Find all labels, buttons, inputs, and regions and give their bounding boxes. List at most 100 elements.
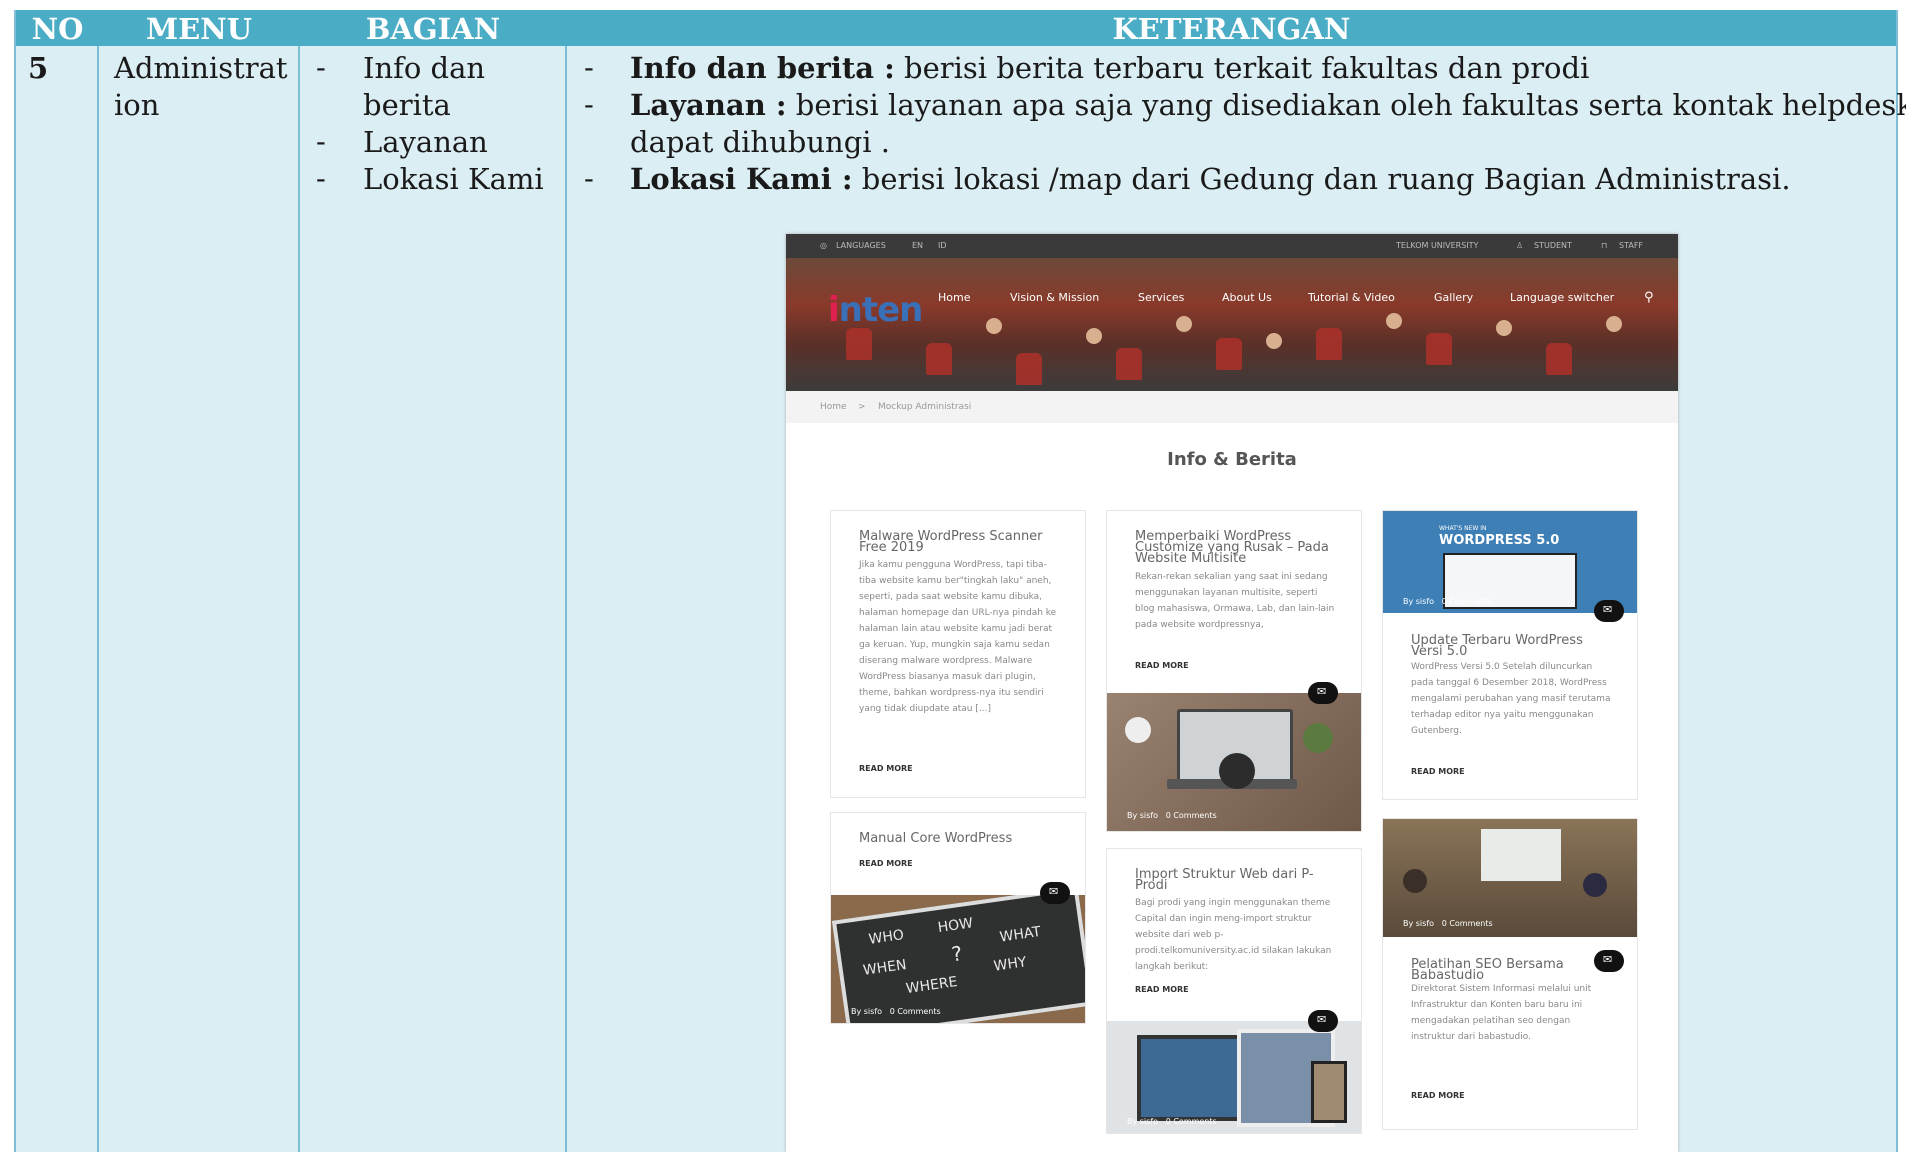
decor xyxy=(1481,829,1561,881)
board-word: WHY xyxy=(992,954,1028,975)
list-dash: - xyxy=(316,161,326,195)
post-card: Import Struktur Web dari P-Prodi Bagi pr… xyxy=(1106,848,1362,1134)
breadcrumb-current: Mockup Administrasi xyxy=(878,402,972,412)
post-excerpt: Jika kamu pengguna WordPress, tapi tiba-… xyxy=(859,560,1057,714)
search-icon[interactable]: ⚲ xyxy=(1644,288,1654,308)
header-no: NO xyxy=(31,12,84,46)
post-meta: By sisfo 0 Comments xyxy=(1403,597,1493,606)
decor xyxy=(1583,873,1607,897)
author-link[interactable]: By sisfo xyxy=(1127,1117,1158,1126)
post-excerpt: Bagi prodi yang ingin menggunakan theme … xyxy=(1135,898,1332,972)
post-title[interactable]: Memperbaiki WordPress Customize yang Rus… xyxy=(1135,530,1335,565)
post-title[interactable]: Update Terbaru WordPress Versi 5.0 xyxy=(1411,634,1611,658)
decor xyxy=(1125,717,1151,743)
decor xyxy=(1176,316,1192,332)
list-dash: - xyxy=(584,87,594,121)
nav-services[interactable]: Services xyxy=(1138,288,1184,308)
decor xyxy=(1546,343,1572,375)
bagian-item-info-cont: berita xyxy=(363,88,451,122)
post-image-laptop: By sisfo 0 Comments xyxy=(1107,693,1361,831)
post-format-icon xyxy=(1308,682,1338,704)
post-title[interactable]: Malware WordPress Scanner Free 2019 xyxy=(859,530,1059,554)
decor xyxy=(1606,316,1622,332)
post-title[interactable]: Import Struktur Web dari P-Prodi xyxy=(1135,868,1335,892)
logo-part: nten xyxy=(838,290,924,330)
post-image-devices: By sisfo 0 Comments xyxy=(1107,1021,1361,1133)
author-link[interactable]: By sisfo xyxy=(851,1007,882,1016)
board-word: WHO xyxy=(867,927,906,948)
post-title[interactable]: Pelatihan SEO Bersama Babastudio xyxy=(1411,958,1611,982)
student-link[interactable]: STUDENT xyxy=(1534,234,1572,258)
nav-home[interactable]: Home xyxy=(938,288,970,308)
lang-en[interactable]: EN xyxy=(912,234,923,258)
read-more-link[interactable]: READ MORE xyxy=(1411,767,1465,776)
keterangan-item-layanan: Layanan : berisi layanan apa saja yang d… xyxy=(630,87,1906,124)
banner-small-text: WHAT'S NEW IN xyxy=(1439,525,1487,532)
decor: WHO HOW WHAT WHEN WHY WHERE ? xyxy=(831,895,1085,1023)
nav-tutorial-video[interactable]: Tutorial & Video xyxy=(1308,288,1395,308)
bagian-item-lokasi: Lokasi Kami xyxy=(363,162,544,196)
keterangan-label: Info dan berita : xyxy=(630,51,895,85)
staff-link[interactable]: STAFF xyxy=(1619,234,1643,258)
author-link[interactable]: By sisfo xyxy=(1127,811,1158,820)
author-link[interactable]: By sisfo xyxy=(1403,919,1434,928)
comments-link[interactable]: 0 Comments xyxy=(1442,919,1493,928)
post-title[interactable]: Manual Core WordPress xyxy=(859,832,1059,845)
bagian-item-info: Info dan xyxy=(363,51,486,85)
board-word: ? xyxy=(950,941,964,967)
breadcrumb: Home > Mockup Administrasi xyxy=(786,391,1678,423)
languages-label: LANGUAGES xyxy=(836,241,886,250)
decor xyxy=(1311,1061,1347,1123)
post-card: Manual Core WordPress READ MORE WHO HOW … xyxy=(830,812,1086,1024)
breadcrumb-home[interactable]: Home xyxy=(820,391,847,423)
board-word: WHAT xyxy=(998,923,1042,946)
board-word: HOW xyxy=(936,915,975,937)
list-dash: - xyxy=(584,50,594,84)
read-more-link[interactable]: READ MORE xyxy=(1135,661,1189,670)
decor xyxy=(1086,328,1102,344)
lang-id[interactable]: ID xyxy=(938,234,947,258)
read-more-link[interactable]: READ MORE xyxy=(1135,985,1189,994)
post-format-icon xyxy=(1594,950,1624,972)
table-header-row: NO MENU BAGIAN KETERANGAN xyxy=(16,10,1896,46)
post-excerpt: Direktorat Sistem Informasi melalui unit… xyxy=(1411,984,1592,1042)
comments-link[interactable]: 0 Comments xyxy=(1166,811,1217,820)
banner-text: WORDPRESS 5.0 xyxy=(1439,533,1560,548)
post-card: WHAT'S NEW IN WORDPRESS 5.0 By sisfo 0 C… xyxy=(1382,510,1638,800)
author-link[interactable]: By sisfo xyxy=(1403,597,1434,606)
post-meta: By sisfo 0 Comments xyxy=(1127,811,1217,820)
decor xyxy=(1266,333,1282,349)
column-divider xyxy=(565,46,567,1152)
read-more-link[interactable]: READ MORE xyxy=(859,764,913,773)
post-meta: By sisfo 0 Comments xyxy=(851,1007,941,1016)
decor xyxy=(1016,353,1042,385)
nav-gallery[interactable]: Gallery xyxy=(1434,288,1473,308)
nav-about-us[interactable]: About Us xyxy=(1222,288,1272,308)
comments-link[interactable]: 0 Comments xyxy=(890,1007,941,1016)
decor xyxy=(986,318,1002,334)
post-card: By sisfo 0 Comments Pelatihan SEO Bersam… xyxy=(1382,818,1638,1130)
header-menu: MENU xyxy=(145,12,252,46)
decor xyxy=(926,343,952,375)
read-more-link[interactable]: READ MORE xyxy=(859,859,913,868)
menu-name-line1: Administrat xyxy=(114,51,288,85)
globe-icon: ◎ xyxy=(820,241,827,250)
post-meta: By sisfo 0 Comments xyxy=(1403,919,1493,928)
lock-icon: ⊓ xyxy=(1601,241,1608,250)
decor xyxy=(1216,338,1242,370)
decor xyxy=(1219,753,1255,789)
nav-vision-mission[interactable]: Vision & Mission xyxy=(1010,288,1099,308)
read-more-link[interactable]: READ MORE xyxy=(1411,1091,1465,1100)
comments-link[interactable]: 0 Comments xyxy=(1442,597,1493,606)
row-number: 5 xyxy=(28,51,49,85)
user-icon: ♙ xyxy=(1516,241,1524,250)
post-excerpt: Rekan-rekan sekalian yang saat ini sedan… xyxy=(1135,572,1335,630)
post-card: Malware WordPress Scanner Free 2019 Jika… xyxy=(830,510,1086,798)
keterangan-item-lokasi: Lokasi Kami : berisi lokasi /map dari Ge… xyxy=(630,161,1791,198)
comments-link[interactable]: 0 Comments xyxy=(1166,1117,1217,1126)
telkom-link[interactable]: TELKOM UNIVERSITY xyxy=(1396,234,1478,258)
site-logo[interactable]: inten xyxy=(828,290,924,330)
keterangan-layanan-cont: dapat dihubungi . xyxy=(630,125,890,159)
nav-language-switcher[interactable]: Language switcher xyxy=(1510,288,1614,308)
post-format-icon xyxy=(1040,882,1070,904)
